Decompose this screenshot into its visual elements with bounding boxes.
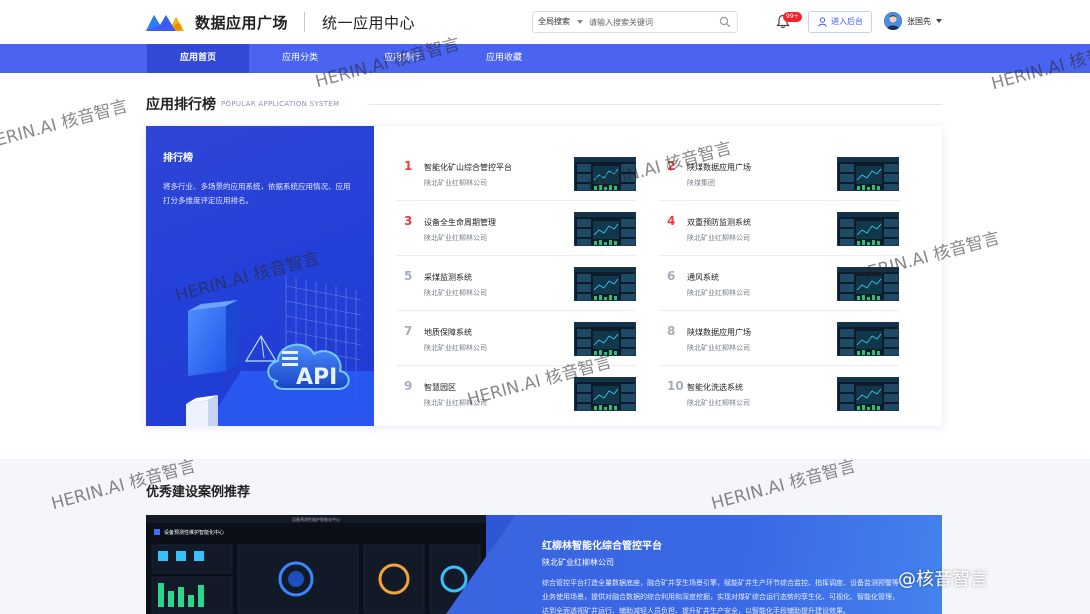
- rank-app-name[interactable]: 采煤监测系统: [424, 272, 472, 283]
- brand-title: 数据应用广场: [195, 14, 289, 32]
- ranking-item[interactable]: 2 陕煤数据应用广场 陕煤集团: [659, 148, 899, 201]
- ranking-item[interactable]: 10 智能化洗选系统 陕北矿业红柳林公司: [659, 368, 899, 421]
- nav-favorites[interactable]: 应用收藏: [453, 44, 555, 73]
- nav-categories[interactable]: 应用分类: [249, 44, 351, 73]
- header-divider: [304, 12, 305, 32]
- ranking-item[interactable]: 6 通风系统陕北矿业红柳林公司: [659, 258, 899, 311]
- ranking-item[interactable]: 9 智慧园区陕北矿业红柳林公司: [396, 368, 636, 421]
- rank-app-thumbnail[interactable]: [574, 157, 636, 191]
- rank-app-name[interactable]: 智能化洗选系统: [687, 382, 743, 393]
- rank-app-thumbnail[interactable]: [837, 377, 899, 411]
- rank-app-org: 陕北矿业红柳林公司: [687, 234, 750, 242]
- ranking-item[interactable]: 5 采煤监测系统陕北矿业红柳林公司: [396, 258, 636, 311]
- rank-app-org: 陕北矿业红柳林公司: [424, 234, 487, 242]
- ranking-panel: 排行榜 将多行业、多场景的应用系统，依据系统应用情况、应用打分多维度评定应用排名…: [146, 126, 942, 426]
- ranking-section-title: 应用排行榜: [146, 97, 216, 113]
- case-org: 陕北矿业红柳林公司: [542, 558, 614, 567]
- search-icon[interactable]: [719, 16, 731, 28]
- username-label[interactable]: 张国先: [907, 16, 931, 27]
- rank-app-org: 陕北矿业红柳林公司: [424, 399, 487, 407]
- rank-app-org: 陕北矿业红柳林公司: [687, 289, 750, 297]
- rank-number: 3: [404, 214, 413, 228]
- rank-number: 1: [404, 159, 413, 173]
- admin-entry-button[interactable]: 进入后台: [808, 11, 872, 33]
- rank-number: 9: [404, 379, 413, 393]
- rank-number: 7: [404, 324, 413, 338]
- case-dashboard-screenshot: 设备预测性维护智能化中心 设备预测性维护智能化中心: [146, 515, 486, 614]
- search-scope-select[interactable]: 全局搜索: [538, 16, 570, 27]
- rank-app-thumbnail[interactable]: [837, 322, 899, 356]
- search-box: 全局搜索: [532, 11, 738, 33]
- rank-app-thumbnail[interactable]: [837, 267, 899, 301]
- rank-number: 10: [667, 379, 684, 393]
- top-header: 数据应用广场 统一应用中心 全局搜索 99+ 进入后台 张国先: [0, 0, 1090, 44]
- rank-number: 2: [667, 159, 676, 173]
- subbrand-title: 统一应用中心: [322, 14, 416, 32]
- case-desc: 综合管控平台打造全量数据底座，融合矿井孪生场景引擎，赋能矿井生产环节综合监控、指…: [542, 579, 899, 614]
- api-cloud-illustration: API: [186, 276, 374, 426]
- rank-app-name[interactable]: 地质保障系统: [424, 327, 472, 338]
- watermark: HERIN.AI 核音智言: [709, 456, 858, 515]
- svg-text:设备预测性维护智能化中心: 设备预测性维护智能化中心: [292, 516, 340, 522]
- rank-app-org: 陕北矿业红柳林公司: [687, 399, 750, 407]
- rank-app-org: 陕北矿业红柳林公司: [424, 179, 487, 187]
- rank-app-org: 陕北矿业红柳林公司: [424, 344, 487, 352]
- notification-badge: 99+: [783, 12, 802, 22]
- rank-number: 4: [667, 214, 676, 228]
- user-menu-chevron-icon[interactable]: [936, 19, 942, 23]
- rank-app-org: 陕北矿业红柳林公司: [687, 344, 750, 352]
- ranking-section-subtitle: POPULAR APPLICATION SYSTEM: [221, 100, 340, 108]
- case-card[interactable]: 设备预测性维护智能化中心 设备预测性维护智能化中心 红柳林智能化综合管控平台 陕…: [146, 515, 942, 614]
- rank-app-name[interactable]: 设备全生命周期管理: [424, 217, 496, 228]
- rank-number: 5: [404, 269, 413, 283]
- dashboard-screen-title: 设备预测性维护智能化中心: [164, 529, 224, 536]
- ranking-item[interactable]: 4 双重预防监测系统 陕北矿业红柳林公司: [659, 203, 899, 256]
- ranking-item[interactable]: 7 地质保障系统陕北矿业红柳林公司: [396, 313, 636, 366]
- api-label: API: [296, 365, 337, 390]
- section-divider: [368, 104, 942, 105]
- case-title[interactable]: 红柳林智能化综合管控平台: [542, 537, 662, 552]
- rank-app-name[interactable]: 通风系统: [687, 272, 719, 283]
- rank-app-org: 陕煤集团: [687, 179, 715, 187]
- chevron-down-icon[interactable]: [577, 20, 583, 24]
- ranking-intro-title: 排行榜: [163, 153, 193, 164]
- nav-home[interactable]: 应用首页: [147, 44, 249, 73]
- admin-entry-label: 进入后台: [831, 17, 863, 26]
- rank-app-thumbnail[interactable]: [574, 377, 636, 411]
- avatar-person-icon: [884, 12, 902, 30]
- cases-section-title: 优秀建设案例推荐: [146, 485, 251, 500]
- rank-app-thumbnail[interactable]: [837, 212, 899, 246]
- rank-app-name[interactable]: 智慧园区: [424, 382, 456, 393]
- rank-app-thumbnail[interactable]: [837, 157, 899, 191]
- user-avatar[interactable]: [884, 12, 902, 30]
- rank-app-name[interactable]: 陕煤数据应用广场: [687, 162, 751, 173]
- app-logo-icon[interactable]: [146, 11, 184, 31]
- ranking-intro-card: 排行榜 将多行业、多场景的应用系统，依据系统应用情况、应用打分多维度评定应用排名…: [146, 126, 374, 426]
- rank-number: 8: [667, 324, 676, 338]
- rank-app-org: 陕北矿业红柳林公司: [424, 289, 487, 297]
- main-nav: 应用首页 应用分类 应用排行 应用收藏: [0, 44, 1090, 73]
- rank-app-thumbnail[interactable]: [574, 212, 636, 246]
- ranking-item[interactable]: 1 智能化矿山综合管控平台 陕北矿业红柳林公司: [396, 148, 636, 201]
- rank-app-name[interactable]: 双重预防监测系统: [687, 217, 751, 228]
- rank-app-thumbnail[interactable]: [574, 322, 636, 356]
- search-input[interactable]: [589, 15, 709, 29]
- rank-app-name[interactable]: 陕煤数据应用广场: [687, 327, 751, 338]
- corner-logo: @核音智言: [898, 569, 988, 590]
- nav-ranking[interactable]: 应用排行: [351, 44, 453, 73]
- dashboard-preview-image: 设备预测性维护智能化中心 设备预测性维护智能化中心: [146, 515, 486, 614]
- rank-app-name[interactable]: 智能化矿山综合管控平台: [424, 162, 512, 173]
- ranking-item[interactable]: 3 设备全生命周期管理 陕北矿业红柳林公司: [396, 203, 636, 256]
- ranking-intro-desc: 将多行业、多场景的应用系统，依据系统应用情况、应用打分多维度评定应用排名。: [163, 182, 351, 205]
- ranking-item[interactable]: 8 陕煤数据应用广场 陕北矿业红柳林公司: [659, 313, 899, 366]
- rank-number: 6: [667, 269, 676, 283]
- rank-app-thumbnail[interactable]: [574, 267, 636, 301]
- user-admin-icon: [818, 17, 827, 27]
